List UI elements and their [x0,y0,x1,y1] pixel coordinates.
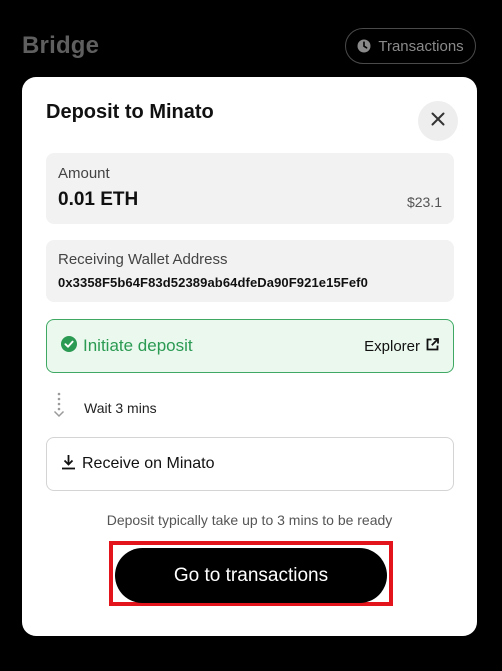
close-icon [431,112,445,131]
explorer-link[interactable]: Explorer [364,338,439,355]
download-icon [61,454,76,475]
amount-usd-value: $23.1 [406,194,442,210]
deposit-note: Deposit typically take up to 3 mins to b… [106,512,393,528]
clock-icon [357,39,371,53]
amount-label: Amount [58,165,110,182]
page-title: Bridge [22,32,100,59]
dotted-arrow-down-icon [52,392,66,423]
initiate-deposit-label: Initiate deposit [83,336,193,355]
initiate-deposit-status: Initiate deposit [61,335,193,357]
receiving-address-value: 0x3358F5b64F83d52389ab64dfeDa90F921e15Fe… [58,275,368,290]
initiate-deposit-step: Initiate deposit Explorer [46,319,454,373]
amount-value: 0.01 ETH [58,189,139,210]
receiving-address-label: Receiving Wallet Address [58,251,228,268]
explorer-label: Explorer [364,337,420,355]
amount-panel: Amount 0.01 ETH $23.1 [46,153,454,224]
receive-label: Receive on Minato [82,455,215,472]
go-to-transactions-button[interactable]: Go to transactions [115,548,387,603]
bridge-page: Bridge Transactions Deposit to Minato Am… [0,0,502,671]
external-link-icon [426,337,439,355]
receiving-address-panel: Receiving Wallet Address 0x3358F5b64F83d… [46,240,454,302]
receive-step: Receive on Minato [46,437,454,491]
transactions-button[interactable]: Transactions [345,28,476,64]
wait-label: Wait 3 mins [84,399,157,416]
transactions-label: Transactions [378,37,464,55]
close-button[interactable] [418,101,458,141]
check-circle-icon [61,335,77,357]
wait-step: Wait 3 mins [52,392,157,423]
dialog-title: Deposit to Minato [46,101,214,123]
